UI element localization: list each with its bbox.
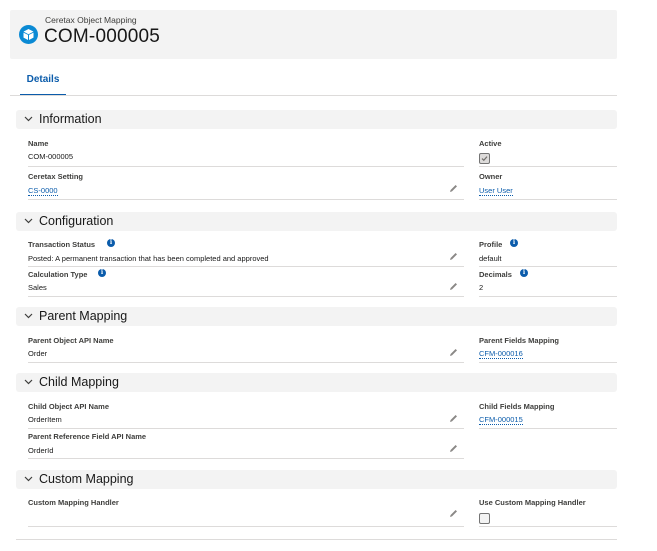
section-configuration-header[interactable]: Configuration <box>16 212 617 231</box>
decimals-label: Decimals <box>479 270 512 279</box>
section-title: Configuration <box>39 214 114 228</box>
field-divider <box>479 362 617 363</box>
profile-value: default <box>479 254 502 263</box>
section-parent-mapping-header[interactable]: Parent Mapping <box>16 307 617 326</box>
section-title: Custom Mapping <box>39 472 134 486</box>
field-divider <box>479 296 617 297</box>
section-child-mapping-header[interactable]: Child Mapping <box>16 373 617 392</box>
parent-reference-field-value: OrderId <box>28 446 54 455</box>
page-title: COM-000005 <box>44 26 161 47</box>
field-divider <box>479 526 617 527</box>
field-divider <box>28 458 464 459</box>
child-object-api-name-label: Child Object API Name <box>28 402 109 411</box>
field-divider <box>28 166 464 167</box>
chevron-down-icon <box>24 218 33 224</box>
field-divider <box>479 266 617 267</box>
footer-divider <box>16 539 617 540</box>
active-label: Active <box>479 139 502 148</box>
pencil-icon[interactable] <box>449 509 458 518</box>
calculation-type-value: Sales <box>28 283 47 292</box>
parent-object-api-name-value: Order <box>28 349 48 358</box>
pencil-icon[interactable] <box>449 282 458 291</box>
field-divider <box>28 428 464 429</box>
field-divider <box>479 199 617 200</box>
field-divider <box>28 296 464 297</box>
object-type-label: Ceretax Object Mapping <box>45 15 137 25</box>
parent-fields-mapping-link[interactable]: CFM-000016 <box>479 349 523 359</box>
active-checkbox <box>479 153 490 164</box>
pencil-icon[interactable] <box>449 414 458 423</box>
transaction-status-value: Posted: A permanent transaction that has… <box>28 254 269 263</box>
transaction-status-label: Transaction Status <box>28 240 96 249</box>
info-icon[interactable]: i <box>510 239 518 247</box>
pencil-icon[interactable] <box>449 348 458 357</box>
field-divider <box>479 166 617 167</box>
parent-reference-field-label: Parent Reference Field API Name <box>28 432 147 441</box>
record-header: Ceretax Object Mapping COM-000005 <box>10 10 617 59</box>
chevron-down-icon <box>24 313 33 319</box>
parent-object-api-name-label: Parent Object API Name <box>28 336 114 345</box>
use-custom-mapping-handler-checkbox <box>479 513 490 524</box>
field-divider <box>28 526 464 527</box>
section-title: Information <box>39 112 102 126</box>
info-icon[interactable]: i <box>98 269 106 277</box>
decimals-value: 2 <box>479 283 484 292</box>
owner-label: Owner <box>479 172 503 181</box>
section-title: Child Mapping <box>39 375 119 389</box>
tab-divider <box>10 95 617 96</box>
chevron-down-icon <box>24 476 33 482</box>
info-icon[interactable]: i <box>107 239 115 247</box>
ceretax-setting-link[interactable]: CS-0000 <box>28 186 58 196</box>
cube-icon <box>19 25 38 44</box>
custom-mapping-handler-label: Custom Mapping Handler <box>28 498 119 507</box>
field-divider <box>479 428 617 429</box>
child-fields-mapping-label: Child Fields Mapping <box>479 402 555 411</box>
child-object-api-name-value: OrderItem <box>28 415 62 424</box>
pencil-icon[interactable] <box>449 184 458 193</box>
name-label: Name <box>28 139 49 148</box>
pencil-icon[interactable] <box>449 444 458 453</box>
profile-label: Profile <box>479 240 503 249</box>
field-divider <box>28 266 464 267</box>
field-divider <box>28 199 464 200</box>
field-divider <box>28 362 464 363</box>
child-fields-mapping-link[interactable]: CFM-000015 <box>479 415 523 425</box>
ceretax-setting-label: Ceretax Setting <box>28 172 84 181</box>
section-custom-mapping-header[interactable]: Custom Mapping <box>16 470 617 489</box>
chevron-down-icon <box>24 116 33 122</box>
tab-details[interactable]: Details <box>20 74 66 96</box>
owner-link[interactable]: User User <box>479 186 513 196</box>
info-icon[interactable]: i <box>520 269 528 277</box>
parent-fields-mapping-label: Parent Fields Mapping <box>479 336 560 345</box>
use-custom-mapping-handler-label: Use Custom Mapping Handler <box>479 498 586 507</box>
calculation-type-label: Calculation Type <box>28 270 88 279</box>
section-information-header[interactable]: Information <box>16 110 617 129</box>
section-title: Parent Mapping <box>39 309 128 323</box>
pencil-icon[interactable] <box>449 252 458 261</box>
name-value: COM-000005 <box>28 152 74 161</box>
chevron-down-icon <box>24 379 33 385</box>
